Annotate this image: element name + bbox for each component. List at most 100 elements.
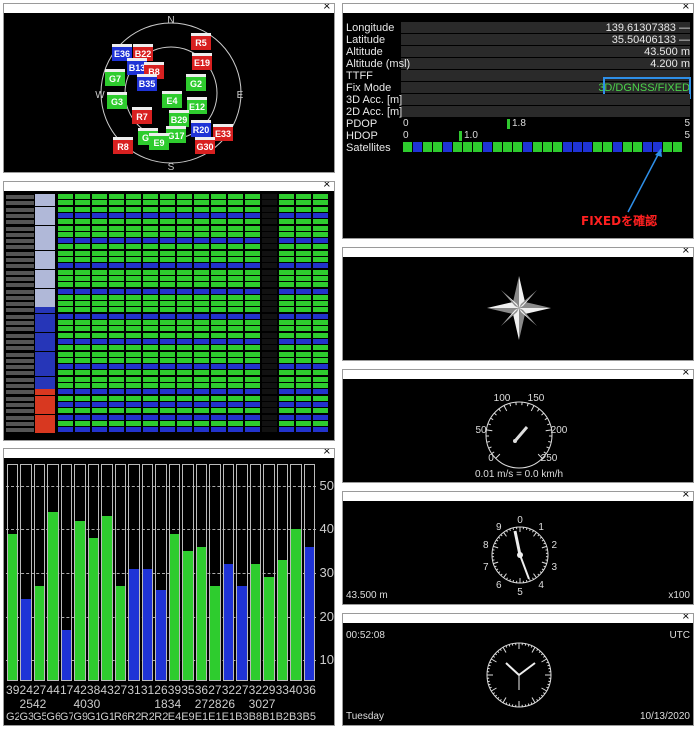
speed-tick-50: 50 bbox=[475, 425, 487, 436]
table-row bbox=[4, 357, 334, 364]
close-icon[interactable]: × bbox=[682, 4, 690, 13]
satellite-block bbox=[663, 142, 672, 152]
close-icon[interactable]: × bbox=[682, 370, 690, 379]
snr-value-label: 27 bbox=[208, 683, 222, 697]
table-row bbox=[4, 320, 334, 326]
altimeter-tick-mark bbox=[503, 573, 507, 578]
altimeter-tick-label: 6 bbox=[496, 580, 502, 591]
satellite-block bbox=[543, 142, 552, 152]
snr-value-label: 29 bbox=[262, 683, 276, 697]
satellite-block bbox=[603, 142, 612, 152]
sky-satellite: G7 bbox=[105, 69, 125, 86]
table-row bbox=[4, 225, 334, 232]
clock-tick-mark bbox=[502, 647, 507, 653]
close-icon[interactable]: × bbox=[682, 248, 690, 257]
table-row bbox=[4, 395, 334, 402]
clock-tick-mark bbox=[547, 664, 550, 667]
altitude-label: Altitude bbox=[346, 46, 383, 58]
hdop-max: 5 bbox=[684, 130, 690, 141]
speed-readout: 0.01 m/s = 0.0 km/h bbox=[475, 469, 563, 480]
altimeter-tick-label: 2 bbox=[551, 540, 557, 551]
panel-titlebar: × bbox=[343, 370, 693, 379]
pdop-min: 0 bbox=[403, 118, 409, 129]
clock-tick-mark bbox=[527, 703, 530, 706]
acc2d-label: 2D Acc. [m] bbox=[346, 106, 403, 118]
speed-tick-150: 150 bbox=[528, 393, 545, 404]
snr-value-label: 42 bbox=[73, 683, 87, 697]
snr-value-label: 24 bbox=[19, 683, 33, 697]
snr-sat-name: R20 bbox=[127, 711, 141, 723]
snr-column-outline bbox=[128, 464, 140, 681]
speed-tick-250: 250 bbox=[541, 453, 558, 464]
sky-satellite: R8 bbox=[113, 137, 133, 154]
speed-tick-100: 100 bbox=[494, 393, 511, 404]
satellite-block bbox=[403, 142, 412, 152]
clock-tick-mark bbox=[531, 697, 536, 703]
panel-titlebar: × bbox=[343, 4, 693, 13]
clock-tick-mark bbox=[488, 683, 491, 686]
snr-column-outline bbox=[168, 464, 181, 681]
snr-sat-name: G7 bbox=[59, 711, 74, 723]
snr-column-outline bbox=[303, 464, 315, 681]
speed-tick-0: 0 bbox=[488, 453, 494, 464]
altimeter-tick-label: 9 bbox=[496, 522, 502, 533]
close-icon[interactable]: × bbox=[323, 449, 331, 458]
snr-sat-name: G1 bbox=[86, 711, 101, 723]
snr-y-tick: 30 bbox=[319, 565, 334, 580]
altimeter-tick-mark bbox=[541, 539, 544, 542]
snr-column-outline bbox=[195, 464, 208, 681]
table-row bbox=[4, 338, 334, 345]
altimeter-tick-label: 8 bbox=[483, 540, 489, 551]
close-icon[interactable]: × bbox=[682, 614, 690, 623]
snr-column-outline bbox=[263, 464, 275, 681]
satellite-block bbox=[433, 142, 442, 152]
snr-value-label-2: 30 bbox=[248, 697, 262, 711]
table-row bbox=[4, 263, 334, 270]
sky-satellite: G2 bbox=[186, 74, 206, 91]
table-row bbox=[4, 275, 334, 282]
panel-titlebar: × bbox=[4, 182, 334, 191]
latitude-value: 35.50406133 — bbox=[611, 34, 690, 46]
sky-satellite: E9 bbox=[149, 133, 169, 150]
table-row bbox=[4, 345, 334, 352]
hdop-label: HDOP bbox=[346, 130, 378, 142]
satellite-block bbox=[523, 142, 532, 152]
snr-value-label-2: 25 bbox=[19, 697, 33, 711]
altitude-msl-label: Altitude (msl) bbox=[346, 58, 411, 70]
clock-tick-mark bbox=[541, 658, 547, 663]
clock-tick-mark bbox=[530, 702, 533, 705]
snr-value-label-2: 42 bbox=[33, 697, 47, 711]
snr-column-outline bbox=[101, 464, 113, 681]
snr-column-outline bbox=[209, 464, 221, 681]
close-icon[interactable]: × bbox=[323, 4, 331, 13]
satellite-block bbox=[563, 142, 572, 152]
altimeter-tick-label: 1 bbox=[538, 522, 544, 533]
snr-y-tick: 10 bbox=[319, 652, 334, 668]
snr-panel: × 50 40 30 20 10 39 G2 24 25 G3 27 42 G5 44 G6 17 G7 42 40… bbox=[3, 448, 335, 726]
close-icon[interactable]: × bbox=[323, 182, 331, 191]
altimeter-tick-label: 7 bbox=[483, 562, 489, 573]
compass-panel: × bbox=[342, 247, 694, 361]
sky-satellite: E4 bbox=[162, 91, 182, 108]
table-row bbox=[4, 351, 334, 358]
fixed-annotation: FIXEDを確認 bbox=[581, 214, 658, 228]
altimeter-tick-mark bbox=[493, 545, 499, 549]
satellite-block bbox=[583, 142, 592, 152]
table-row bbox=[4, 282, 334, 289]
altitude-value: 43.500 m bbox=[644, 46, 690, 58]
altimeter-tick-mark bbox=[498, 571, 501, 574]
altimeter-tick-mark bbox=[541, 568, 544, 571]
close-icon[interactable]: × bbox=[682, 492, 690, 501]
table-row bbox=[4, 219, 334, 226]
altimeter-tick-mark bbox=[506, 530, 508, 533]
signal-table-panel: × bbox=[3, 181, 335, 441]
clock-tick-mark bbox=[489, 686, 492, 689]
table-row bbox=[4, 389, 334, 396]
satellite-block bbox=[573, 142, 582, 152]
acc3d-label: 3D Acc. [m] bbox=[346, 94, 403, 106]
satellites-label: Satellites bbox=[346, 142, 391, 154]
satellite-block bbox=[643, 142, 652, 152]
pdop-max: 5 bbox=[684, 118, 690, 129]
table-row bbox=[4, 364, 334, 371]
clock-tick-mark bbox=[494, 653, 498, 656]
